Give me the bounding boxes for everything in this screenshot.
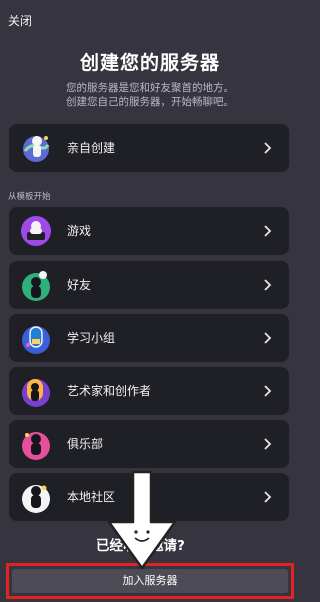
chevron-right-icon xyxy=(259,436,275,452)
study-group-icon xyxy=(19,321,53,355)
club-icon xyxy=(19,427,53,461)
templates-section-label: 从模板开始 xyxy=(8,192,51,202)
template-label: 好友 xyxy=(67,278,92,292)
template-label: 艺术家和创作者 xyxy=(67,384,152,398)
subtitle-line-2: 创建您自己的服务器，开始畅聊吧。 xyxy=(66,96,234,108)
chevron-right-icon xyxy=(259,489,275,505)
artists-icon xyxy=(19,374,53,408)
template-artists-button[interactable]: 艺术家和创作者 xyxy=(9,367,289,415)
chevron-right-icon xyxy=(259,277,275,293)
chevron-right-icon xyxy=(259,140,275,156)
join-server-button[interactable]: 加入服务器 xyxy=(12,569,288,593)
template-club-button[interactable]: 俱乐部 xyxy=(9,420,289,468)
template-gaming-button[interactable]: 游戏 xyxy=(9,207,289,255)
template-friends-button[interactable]: 好友 xyxy=(9,261,289,309)
chevron-right-icon xyxy=(259,330,275,346)
chevron-right-icon xyxy=(259,223,275,239)
globe-person-icon xyxy=(19,131,53,165)
template-label: 游戏 xyxy=(67,224,92,238)
template-study-group-button[interactable]: 学习小组 xyxy=(9,314,289,362)
create-own-label: 亲自创建 xyxy=(67,141,116,155)
chevron-right-icon xyxy=(259,383,275,399)
subtitle-line-1: 您的服务器是您和好友聚首的地方。 xyxy=(66,82,234,94)
template-label: 学习小组 xyxy=(67,331,116,345)
page-title: 创建您的服务器 xyxy=(79,52,220,74)
create-own-button[interactable]: 亲自创建 xyxy=(9,124,289,172)
gaming-icon xyxy=(19,214,53,248)
template-label: 俱乐部 xyxy=(67,437,104,451)
annotation-arrow-icon xyxy=(107,470,177,570)
friends-icon xyxy=(19,268,53,302)
local-community-icon xyxy=(19,480,53,514)
close-button[interactable]: 关闭 xyxy=(8,12,32,29)
